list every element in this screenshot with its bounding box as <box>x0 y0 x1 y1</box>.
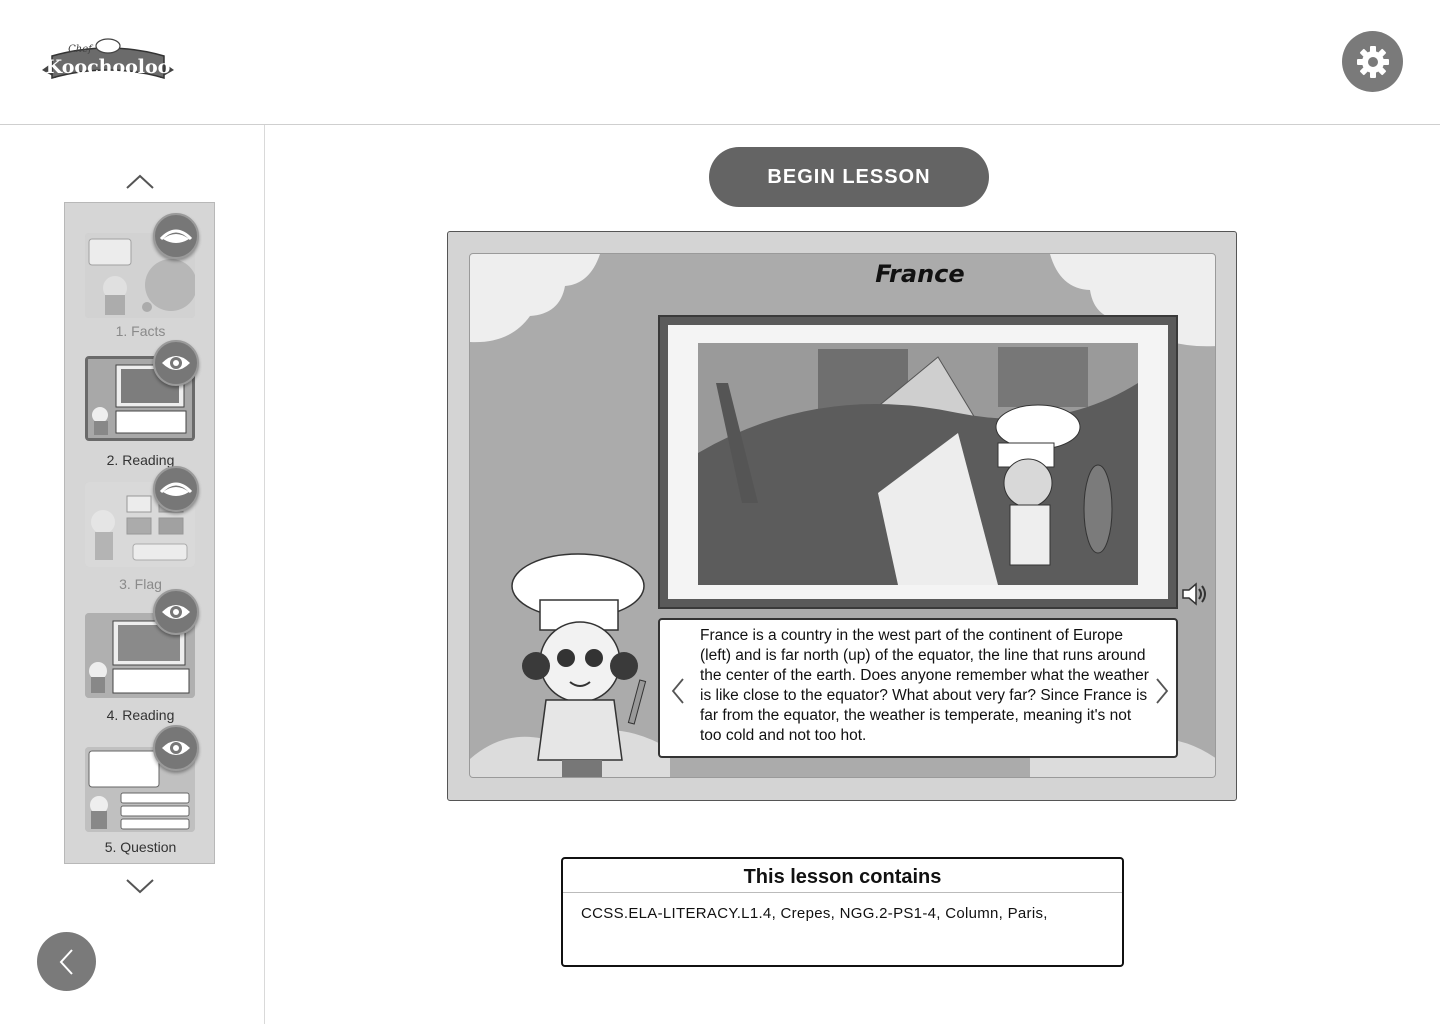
header: Koochooloo Chef <box>0 0 1440 125</box>
slide-text-panel: France is a country in the west part of … <box>658 618 1178 758</box>
slide-label: 5. Question <box>104 839 177 855</box>
chevron-left-icon[interactable] <box>670 676 686 706</box>
lesson-contains-panel: This lesson contains CCSS.ELA-LITERACY.L… <box>561 857 1124 967</box>
back-button[interactable] <box>37 932 96 991</box>
slide-thumb-reading-2[interactable]: 2. Reading <box>65 338 216 468</box>
chevron-down-icon[interactable] <box>124 877 156 895</box>
slide-label: 4. Reading <box>106 707 175 723</box>
slide-sidebar: 1. Facts 2. Reading 3. Flag 4. Reading 5… <box>0 125 265 1024</box>
picture-frame <box>658 315 1178 609</box>
lesson-contains-title: This lesson contains <box>563 859 1122 893</box>
slide-thumb-facts[interactable]: 1. Facts <box>65 203 216 339</box>
chevron-up-icon[interactable] <box>124 173 156 191</box>
koochooloo-logo[interactable]: Koochooloo Chef <box>38 34 178 90</box>
slide-label: 3. Flag <box>119 576 162 592</box>
slide-canvas: France France is a country in the west p… <box>469 253 1216 778</box>
eye-closed-icon[interactable] <box>153 213 199 259</box>
slide-thumb-flag[interactable]: 3. Flag <box>65 466 216 593</box>
slide-body-text: France is a country in the west part of … <box>700 627 1149 744</box>
slide-label: 2. Reading <box>106 452 175 468</box>
chef-girl-character <box>511 553 647 777</box>
slide-thumb-reading-4[interactable]: 4. Reading <box>65 589 216 723</box>
logo-text: Koochooloo <box>46 56 171 78</box>
eye-open-icon[interactable] <box>153 340 199 386</box>
slide-label: 1. Facts <box>115 323 166 339</box>
slide-thumb-question[interactable]: 5. Question <box>65 723 216 863</box>
chevron-right-icon[interactable] <box>1154 676 1170 706</box>
begin-lesson-button[interactable]: BEGIN LESSON <box>709 147 989 207</box>
slide-title: France <box>875 260 965 288</box>
gear-icon <box>1356 45 1389 78</box>
eye-open-icon[interactable] <box>153 725 199 771</box>
settings-button[interactable] <box>1342 31 1403 92</box>
slide-preview: France France is a country in the west p… <box>447 231 1237 801</box>
lesson-contains-list: CCSS.ELA-LITERACY.L1.4, Crepes, NGG.2-PS… <box>581 905 1048 922</box>
paris-illustration <box>698 343 1138 585</box>
chevron-left-icon <box>59 948 73 975</box>
eye-closed-icon[interactable] <box>153 466 199 512</box>
logo-tag: Chef <box>68 44 94 55</box>
speaker-icon[interactable] <box>1180 580 1208 608</box>
eye-open-icon[interactable] <box>153 589 199 635</box>
slide-thumbnail-list: 1. Facts 2. Reading 3. Flag 4. Reading 5… <box>64 202 215 864</box>
